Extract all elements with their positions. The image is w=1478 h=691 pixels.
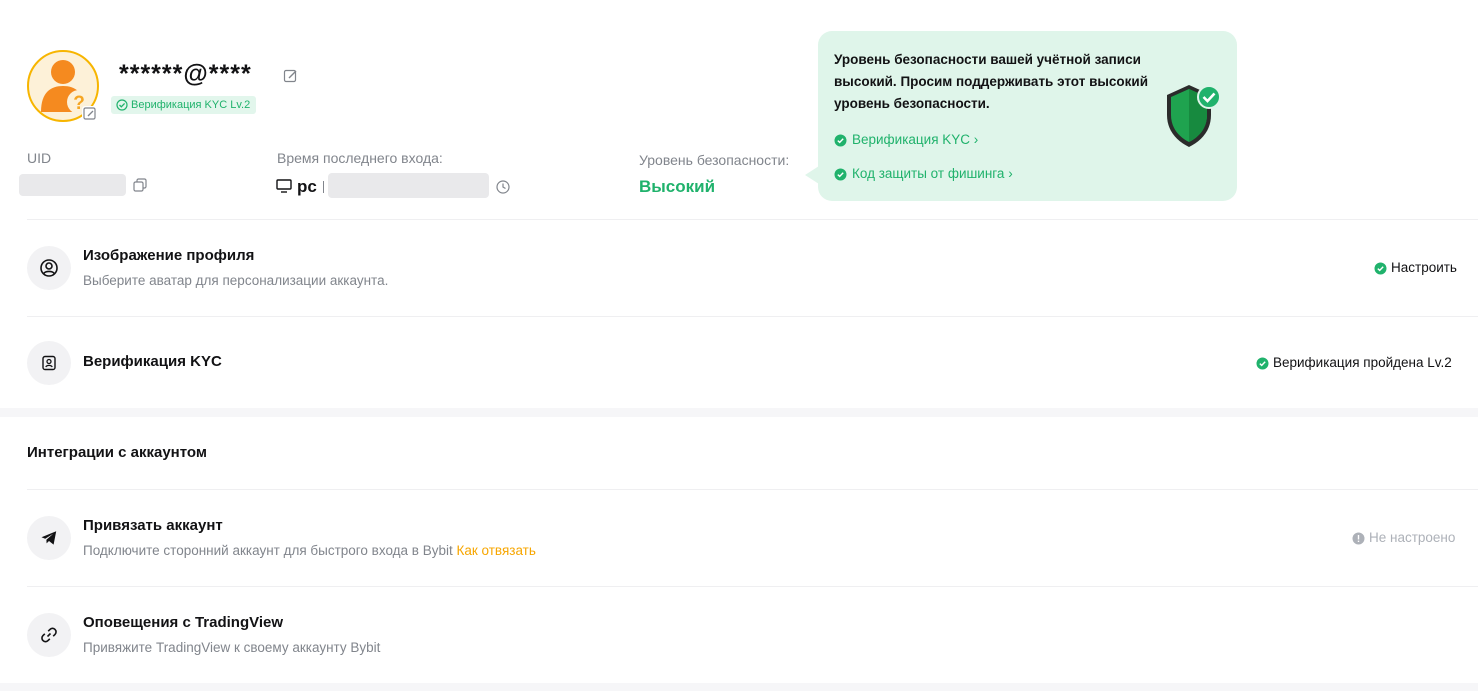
user-circle-icon (40, 259, 58, 277)
clock-icon (496, 180, 510, 194)
account-header: ? ******@**** Верификация KYC Lv.2 UID В… (0, 0, 1478, 220)
security-level-value: Высокий (639, 177, 716, 196)
profile-image-setup-button[interactable]: Настроить (1374, 260, 1457, 275)
link-account-title: Привязать аккаунт (83, 517, 223, 534)
telegram-icon (41, 531, 57, 545)
tradingview-icon-wrap (27, 613, 71, 657)
how-to-unlink-link[interactable]: Как отвязать (457, 543, 536, 558)
link-account-status[interactable]: Не настроено (1352, 530, 1455, 545)
divider (27, 316, 1478, 317)
security-tooltip-text: Уровень безопасности вашей учётной запис… (834, 52, 1149, 111)
security-tooltip: Уровень безопасности вашей учётной запис… (818, 31, 1237, 201)
profile-image-title: Изображение профиля (83, 247, 255, 264)
last-login-device: pc (297, 177, 317, 196)
shield-check-icon (1163, 83, 1223, 149)
info-circle-icon (1352, 532, 1365, 545)
link-account-subtitle: Подключите сторонний аккаунт для быстрог… (83, 543, 536, 558)
avatar-edit-icon[interactable] (82, 106, 98, 122)
security-level-label: Уровень безопасности: (639, 152, 790, 168)
divider (27, 489, 1478, 490)
tradingview-title: Оповещения с TradingView (83, 614, 284, 631)
kyc-badge-label: Верификация KYC Lv.2 (131, 99, 251, 111)
monitor-icon (276, 179, 292, 193)
kyc-status-label: Верификация пройдена Lv.2 (1273, 355, 1452, 370)
link-account-status-label: Не настроено (1369, 530, 1456, 545)
tooltip-arrow (805, 166, 819, 184)
profile-image-subtitle: Выберите аватар для персонализации аккау… (83, 273, 389, 288)
tradingview-subtitle: Привяжите TradingView к своему аккаунту … (83, 640, 381, 655)
section-separator (0, 683, 1478, 691)
profile-image-icon-wrap (27, 246, 71, 290)
kyc-verification-link[interactable]: Верификация KYC › (834, 132, 978, 147)
last-login-label: Время последнего входа: (277, 150, 443, 166)
link-account-icon-wrap (27, 516, 71, 560)
divider (27, 586, 1478, 587)
id-card-icon (42, 355, 56, 371)
kyc-icon-wrap (27, 341, 71, 385)
kyc-status[interactable]: Верификация пройдена Lv.2 (1256, 355, 1452, 370)
profile-image-status: Настроить (1391, 260, 1457, 275)
link-icon (41, 627, 57, 643)
anti-phishing-link-label: Код защиты от фишинга › (852, 166, 1013, 181)
account-email: ******@**** (119, 60, 252, 88)
anti-phishing-link[interactable]: Код защиты от фишинга › (834, 166, 1013, 181)
kyc-verification-link-label: Верификация KYC › (852, 132, 979, 147)
section-separator (0, 408, 1478, 417)
copy-icon[interactable] (133, 178, 147, 192)
separator (323, 181, 324, 193)
divider (27, 219, 1478, 220)
kyc-title: Верификация KYC (83, 353, 222, 370)
uid-value (19, 174, 126, 196)
last-login-time (328, 173, 489, 198)
check-circle-icon (834, 134, 847, 147)
check-circle-icon (1374, 262, 1387, 275)
uid-label: UID (27, 150, 52, 166)
check-circle-icon (116, 99, 128, 111)
check-circle-icon (1256, 357, 1269, 370)
edit-icon[interactable] (283, 68, 299, 84)
kyc-badge: Верификация KYC Lv.2 (111, 96, 257, 114)
check-circle-icon (834, 168, 847, 181)
integrations-section-title: Интеграции с аккаунтом (27, 444, 207, 461)
link-account-subtitle-text: Подключите сторонний аккаунт для быстрог… (83, 543, 453, 558)
